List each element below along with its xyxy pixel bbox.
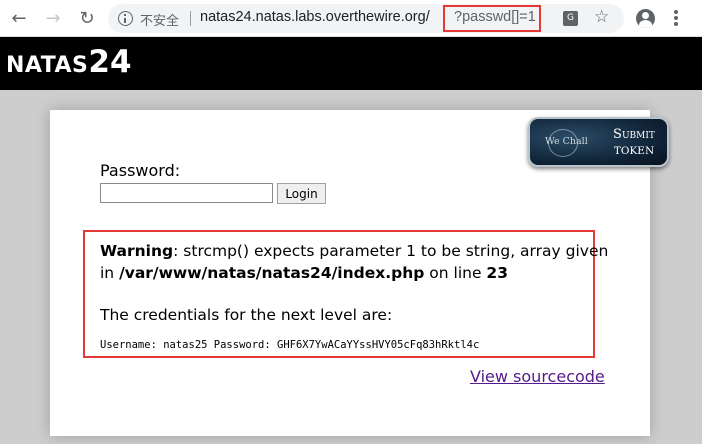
title-prefix: NATAS (6, 53, 89, 78)
submit-token-line2: token (613, 145, 655, 157)
password-input[interactable] (100, 183, 273, 203)
warning-location: in /var/www/natas/natas24/index.php on l… (100, 264, 508, 282)
submit-token-label: Submit token (604, 127, 664, 159)
account-icon[interactable] (636, 9, 655, 28)
insecure-label: 不安全 (140, 14, 180, 29)
info-icon[interactable] (118, 11, 133, 26)
star-icon[interactable]: ☆ (594, 7, 609, 27)
login-button[interactable]: Login (277, 183, 326, 204)
reload-icon[interactable]: ↻ (76, 7, 98, 29)
title-number: 24 (88, 44, 132, 80)
page-header: NATAS24 (0, 37, 702, 90)
in-word: in (100, 264, 120, 282)
warning-word: Warning (100, 242, 174, 260)
file-path: /var/www/natas/natas24/index.php (119, 264, 425, 282)
url-host: natas24.natas.labs.overthewire.org/ (200, 9, 430, 25)
address-bar[interactable]: 不安全 natas24.natas.labs.overthewire.org/ … (108, 4, 624, 33)
page-title: NATAS24 (6, 44, 132, 80)
submit-token-line1: Submit (613, 127, 655, 142)
password-label: Password: (100, 161, 181, 180)
forward-arrow-icon[interactable]: → (42, 7, 64, 29)
translate-icon[interactable]: G (563, 11, 578, 26)
line-number: 23 (486, 264, 508, 282)
kebab-menu-icon[interactable] (674, 10, 678, 26)
wechall-logo-text: We Chall (545, 136, 588, 147)
omnibox-divider (190, 11, 191, 26)
credentials-heading: The credentials for the next level are: (100, 306, 393, 324)
back-arrow-icon[interactable]: ← (8, 7, 30, 29)
submit-token-button[interactable]: We Chall Submit token (528, 117, 669, 167)
warning-text: : strcmp() expects parameter 1 to be str… (173, 242, 609, 260)
credentials-code: Username: natas25 Password: GHF6X7YwACaY… (100, 339, 480, 351)
browser-toolbar: ← → ↻ 不安全 natas24.natas.labs.overthewire… (0, 0, 702, 37)
view-sourcecode-link[interactable]: View sourcecode (470, 367, 605, 386)
url-query: ?passwd[]=1 (454, 9, 536, 25)
warning-message: Warning: strcmp() expects parameter 1 to… (100, 242, 608, 260)
on-line-text: on line (424, 264, 487, 282)
